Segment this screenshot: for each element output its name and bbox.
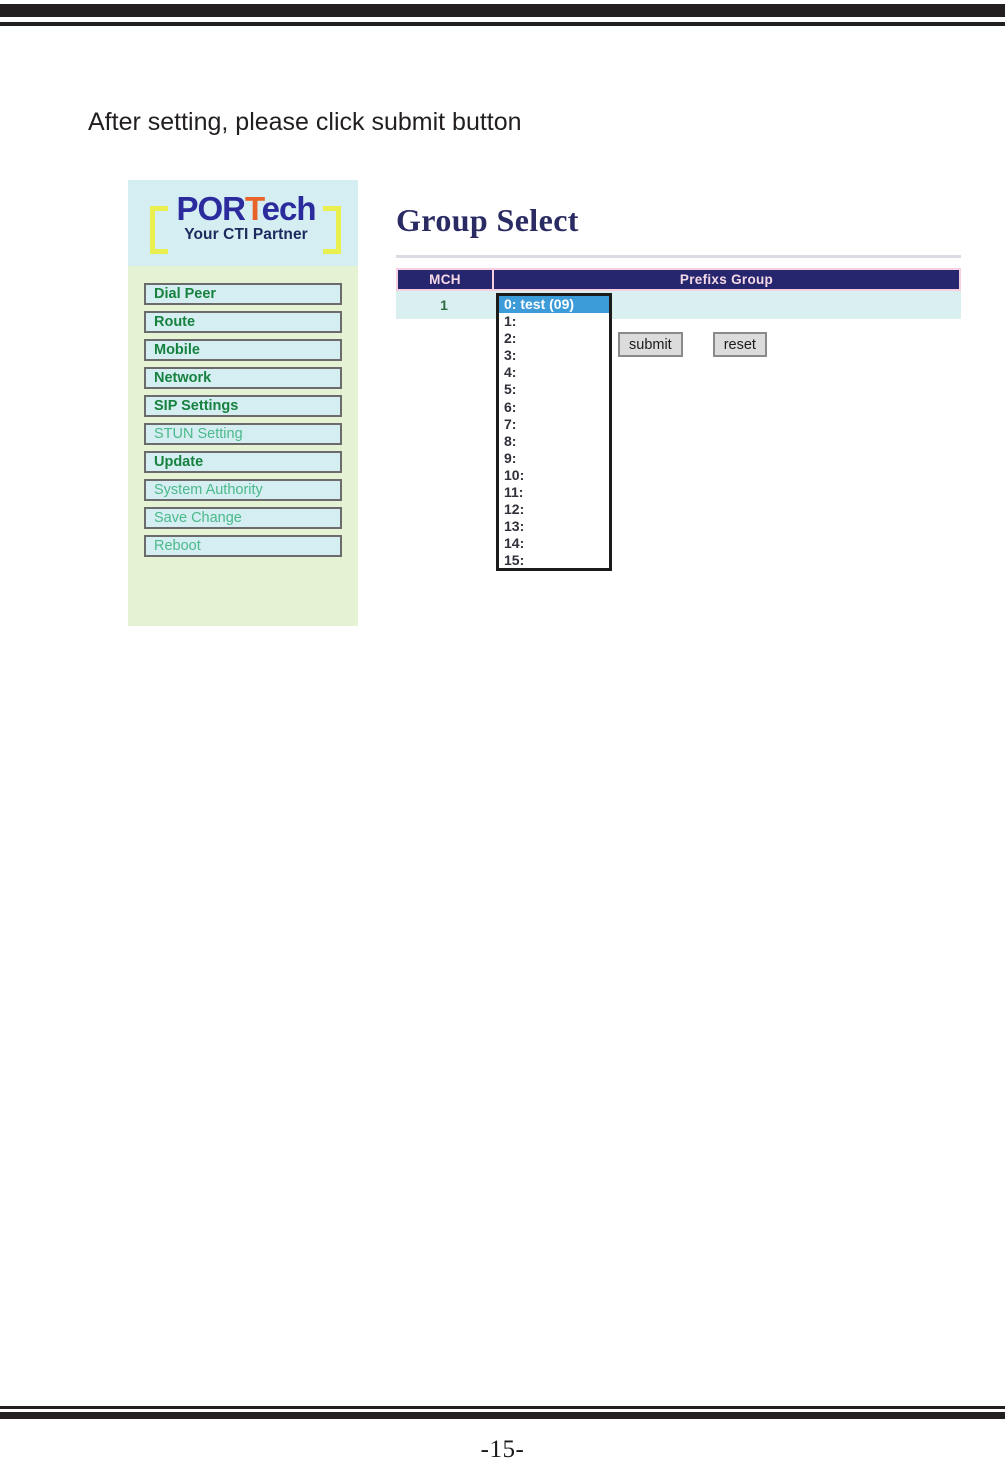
sidebar-item-label: Update — [154, 454, 204, 470]
sidebar-item-route[interactable]: Route — [144, 311, 342, 333]
table-cell-mch: 1 — [440, 297, 448, 313]
listbox-option-0[interactable]: 0: test (09) — [499, 296, 609, 314]
listbox-option-8[interactable]: 8: — [499, 433, 609, 450]
listbox-option-13[interactable]: 13: — [499, 518, 609, 535]
listbox-option-10[interactable]: 10: — [499, 467, 609, 484]
sidebar-menu: Dial Peer Route Mobile Network SIP Setti… — [128, 266, 358, 563]
sidebar-item-label: Route — [154, 314, 196, 330]
sidebar: PORTech Your CTI Partner Dial Peer Route… — [128, 180, 358, 626]
listbox-option-6[interactable]: 6: — [499, 399, 609, 416]
reset-button[interactable]: reset — [712, 332, 767, 357]
table-header-row: MCH Prefixs Group — [396, 268, 961, 291]
listbox-option-9[interactable]: 9: — [499, 450, 609, 467]
page-bottom-rule-thin — [0, 1406, 1005, 1409]
logo-brand-part2: ech — [261, 190, 317, 227]
table-row: 1 — [396, 291, 961, 319]
listbox-option-1[interactable]: 1: — [499, 313, 609, 330]
prefix-group-listbox[interactable]: 0: test (09) 1: 2: 3: 4: 5: 6: 7: 8: 9: … — [496, 293, 612, 571]
listbox-option-2[interactable]: 2: — [499, 330, 609, 347]
logo-brand-part1: POR — [176, 190, 246, 227]
web-ui-screenshot: PORTech Your CTI Partner Dial Peer Route… — [128, 180, 973, 630]
page-title: Group Select — [396, 202, 579, 238]
sidebar-item-mobile[interactable]: Mobile — [144, 339, 342, 361]
sidebar-item-label: System Authority — [154, 482, 263, 498]
listbox-option-11[interactable]: 11: — [499, 484, 609, 501]
sidebar-item-network[interactable]: Network — [144, 367, 342, 389]
logo-tagline: Your CTI Partner — [184, 226, 308, 243]
page-bottom-rule — [0, 1412, 1005, 1419]
sidebar-item-stun-setting[interactable]: STUN Setting — [144, 423, 342, 445]
sidebar-item-sip-settings[interactable]: SIP Settings — [144, 395, 342, 417]
page-top-rule — [0, 4, 1005, 17]
submit-button[interactable]: submit — [618, 332, 683, 357]
listbox-option-7[interactable]: 7: — [499, 416, 609, 433]
sidebar-item-system-authority[interactable]: System Authority — [144, 479, 342, 501]
sidebar-item-label: Network — [154, 370, 212, 386]
page-caption: After setting, please click submit butto… — [88, 108, 522, 136]
sidebar-item-reboot[interactable]: Reboot — [144, 535, 342, 557]
sidebar-item-save-change[interactable]: Save Change — [144, 507, 342, 529]
page-number: -15- — [480, 1436, 525, 1463]
sidebar-item-label: SIP Settings — [154, 398, 239, 414]
listbox-option-14[interactable]: 14: — [499, 535, 609, 552]
portech-logo: PORTech Your CTI Partner — [148, 190, 343, 254]
title-divider — [396, 255, 961, 258]
listbox-option-15[interactable]: 15: — [499, 552, 609, 568]
logo-brand-accent: T — [244, 190, 263, 227]
sidebar-item-label: Mobile — [154, 342, 200, 358]
sidebar-item-label: Reboot — [154, 538, 201, 554]
page-top-rule-thin — [0, 22, 1005, 26]
sidebar-item-update[interactable]: Update — [144, 451, 342, 473]
table-header-prefixs-group: Prefixs Group — [494, 270, 959, 289]
listbox-option-3[interactable]: 3: — [499, 347, 609, 364]
listbox-option-5[interactable]: 5: — [499, 381, 609, 398]
listbox-option-12[interactable]: 12: — [499, 501, 609, 518]
table-header-mch: MCH — [398, 270, 494, 289]
sidebar-item-label: Save Change — [154, 510, 242, 526]
sidebar-logo: PORTech Your CTI Partner — [128, 180, 358, 266]
logo-brand-text: PORTech — [162, 192, 330, 226]
form-buttons: submit reset — [618, 332, 767, 357]
sidebar-item-label: STUN Setting — [154, 426, 243, 442]
group-select-table: MCH Prefixs Group 1 — [396, 268, 961, 319]
sidebar-item-label: Dial Peer — [154, 286, 217, 302]
listbox-option-4[interactable]: 4: — [499, 364, 609, 381]
main-content: Group Select MCH Prefixs Group 1 0: test… — [396, 180, 973, 600]
sidebar-item-dial-peer[interactable]: Dial Peer — [144, 283, 342, 305]
